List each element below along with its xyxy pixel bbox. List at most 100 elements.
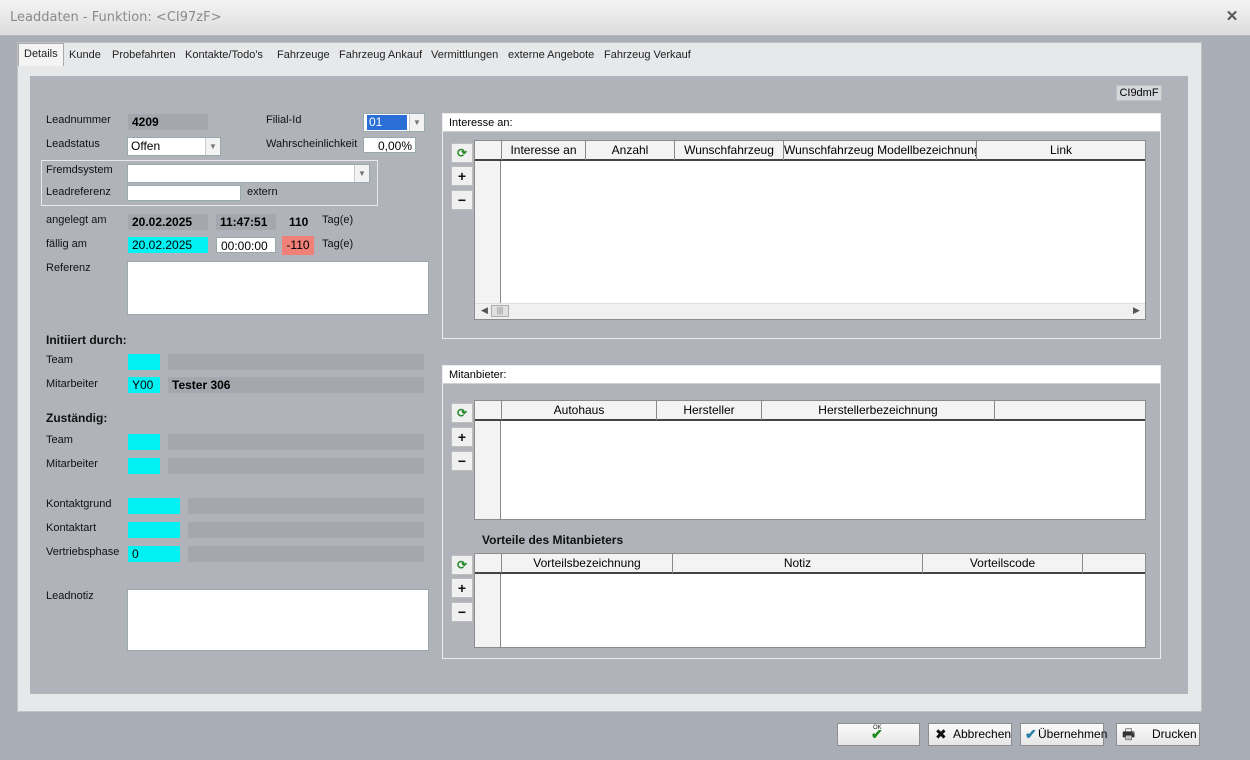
col-link[interactable]: Link <box>977 141 1145 160</box>
wahrscheinlichkeit-label: Wahrscheinlichkeit <box>266 138 358 150</box>
tab-probefahrten[interactable]: Probefahrten <box>112 46 176 65</box>
fremdsystem-select[interactable]: ▼ <box>127 164 370 183</box>
interesse-add-button[interactable]: + <box>451 166 473 186</box>
apply-check-icon: ✔ <box>1025 726 1037 742</box>
interesse-hscroll[interactable]: ◀ ||| ▶ <box>475 303 1145 319</box>
vorteile-add-button[interactable]: + <box>451 578 473 598</box>
col-vorteilsbezeichnung[interactable]: Vorteilsbezeichnung <box>502 554 673 573</box>
chevron-down-icon[interactable]: ▼ <box>205 138 220 155</box>
tab-kunde[interactable]: Kunde <box>69 46 101 65</box>
kontaktgrund-label: Kontaktgrund <box>46 498 112 510</box>
vorteile-remove-button[interactable]: − <box>451 602 473 622</box>
interesse-remove-button[interactable]: − <box>451 190 473 210</box>
zustaendig-mitarbeiter-name <box>168 458 424 474</box>
col-interesse-an[interactable]: Interesse an <box>502 141 586 160</box>
chevron-down-icon[interactable]: ▼ <box>354 165 369 182</box>
referenz-textarea[interactable] <box>127 261 429 315</box>
interesse-refresh-button[interactable]: ⟳ <box>451 143 473 163</box>
col-modellbezeichnung[interactable]: Wunschfahrzeug Modellbezeichnung <box>784 141 977 160</box>
col-hersteller[interactable]: Hersteller <box>657 401 762 420</box>
close-icon[interactable]: ✕ <box>1224 7 1240 25</box>
leadnummer-value: 4209 <box>128 114 208 130</box>
mitanbieter-title: Mitanbieter: <box>443 366 1160 384</box>
scroll-right-icon[interactable]: ▶ <box>1133 305 1140 316</box>
mitanbieter-grid-header: Autohaus Hersteller Herstellerbezeichnun… <box>475 401 1145 421</box>
interesse-grid-header: Interesse an Anzahl Wunschfahrzeug Wunsc… <box>475 141 1145 161</box>
header-indicator <box>475 141 502 160</box>
kontaktgrund-code[interactable] <box>128 498 180 514</box>
angelegt-tage-unit: Tag(e) <box>322 214 354 226</box>
col-vorteilscode[interactable]: Vorteilscode <box>923 554 1083 573</box>
zustaendig-mitarbeiter-code[interactable] <box>128 458 160 474</box>
row-indicator <box>475 141 501 319</box>
mitanbieter-refresh-button[interactable]: ⟳ <box>451 403 473 423</box>
initiiert-team-label: Team <box>46 354 73 366</box>
initiiert-team-name <box>168 354 424 370</box>
leadreferenz-input[interactable] <box>127 185 241 201</box>
interesse-grid[interactable]: Interesse an Anzahl Wunschfahrzeug Wunsc… <box>474 140 1146 320</box>
tab-externe-angebote[interactable]: externe Angebote <box>508 46 594 65</box>
faellig-zeit-field[interactable]: 00:00:00 <box>216 237 276 253</box>
mitanbieter-add-button[interactable]: + <box>451 427 473 447</box>
leadnotiz-textarea[interactable] <box>127 589 429 651</box>
tab-bar: Details Kunde Probefahrten Kontakte/Todo… <box>18 43 1201 66</box>
window-title: Leaddaten - Funktion: <CI97zF> <box>10 10 222 25</box>
filial-select[interactable]: 01 ▼ <box>363 113 425 132</box>
tab-fahrzeuge[interactable]: Fahrzeuge <box>277 46 330 65</box>
faellig-tage-unit: Tag(e) <box>322 238 354 250</box>
zustaendig-mitarbeiter-label: Mitarbeiter <box>46 458 98 470</box>
abbrechen-button[interactable]: ✖ Abbrechen <box>928 723 1012 746</box>
angelegt-zeit: 11:47:51 <box>216 214 276 230</box>
printer-icon: 🖶 <box>1122 726 1136 742</box>
tab-fahrzeug-ankauf[interactable]: Fahrzeug Ankauf <box>339 46 422 65</box>
faellig-tage-badge: -110 <box>282 236 314 255</box>
leadreferenz-label: Leadreferenz <box>46 186 111 198</box>
vertriebsphase-label: Vertriebsphase <box>46 546 120 558</box>
col-wunschfahrzeug[interactable]: Wunschfahrzeug <box>675 141 784 160</box>
leadstatus-select[interactable]: Offen ▼ <box>127 137 221 156</box>
col-autohaus[interactable]: Autohaus <box>502 401 657 420</box>
abbrechen-label: Abbrechen <box>953 727 1012 741</box>
col-notiz[interactable]: Notiz <box>673 554 923 573</box>
leadnotiz-label: Leadnotiz <box>46 590 94 602</box>
faellig-datum-field[interactable]: 20.02.2025 <box>128 237 208 253</box>
initiiert-mitarbeiter-name: Tester 306 <box>168 377 424 393</box>
mitanbieter-remove-button[interactable]: − <box>451 451 473 471</box>
initiiert-mitarbeiter-label: Mitarbeiter <box>46 378 98 390</box>
refresh-icon: ⟳ <box>456 146 468 160</box>
vorteile-grid-header: Vorteilsbezeichnung Notiz Vorteilscode <box>475 554 1145 574</box>
mitanbieter-grid[interactable]: Autohaus Hersteller Herstellerbezeichnun… <box>474 400 1146 520</box>
zustaendig-team-label: Team <box>46 434 73 446</box>
form-id-label: CI9dmF <box>1116 85 1162 101</box>
initiiert-mitarbeiter-code[interactable]: Y00 <box>128 377 160 393</box>
zustaendig-team-code[interactable] <box>128 434 160 450</box>
cancel-x-icon: ✖ <box>935 726 947 742</box>
uebernehmen-button[interactable]: ✔ Übernehmen <box>1020 723 1108 746</box>
scroll-thumb[interactable]: ||| <box>491 305 509 317</box>
scroll-left-icon[interactable]: ◀ <box>481 305 488 316</box>
col-herstellerbezeichnung[interactable]: Herstellerbezeichnung <box>762 401 995 420</box>
tab-details[interactable]: Details <box>18 43 64 66</box>
vertriebsphase-name <box>188 546 424 562</box>
kontaktart-code[interactable] <box>128 522 180 538</box>
filial-value: 01 <box>367 115 407 130</box>
kontaktart-name <box>188 522 424 538</box>
leadnummer-label: Leadnummer <box>46 114 111 126</box>
tab-kontakte-todos[interactable]: Kontakte/Todo's <box>185 46 263 65</box>
vorteile-grid[interactable]: Vorteilsbezeichnung Notiz Vorteilscode <box>474 553 1146 648</box>
col-anzahl[interactable]: Anzahl <box>586 141 675 160</box>
initiiert-team-code[interactable] <box>128 354 160 370</box>
chevron-down-icon[interactable]: ▼ <box>409 114 424 131</box>
ok-button[interactable]: ✔ OK <box>837 723 920 746</box>
vorteile-refresh-button[interactable]: ⟳ <box>451 555 473 575</box>
wahrscheinlichkeit-field[interactable]: 0,00% <box>363 137 416 153</box>
uebernehmen-label: Übernehmen <box>1038 727 1108 741</box>
vertriebsphase-code[interactable]: 0 <box>128 546 180 562</box>
tab-vermittlungen[interactable]: Vermittlungen <box>431 46 498 65</box>
filial-label: Filial-Id <box>266 114 302 126</box>
zustaendig-header: Zuständig: <box>46 411 108 425</box>
tab-fahrzeug-verkauf[interactable]: Fahrzeug Verkauf <box>604 46 691 65</box>
refresh-icon: ⟳ <box>456 406 468 420</box>
interesse-title: Interesse an: <box>443 114 1160 132</box>
drucken-button[interactable]: 🖶 Drucken <box>1116 723 1200 746</box>
